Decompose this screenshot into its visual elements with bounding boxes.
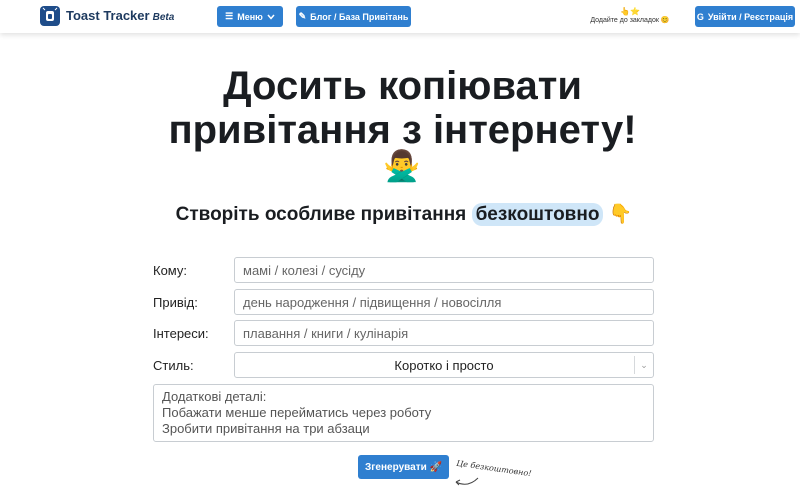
to-input[interactable]: мамі / колезі / сусіду	[234, 257, 654, 283]
page-subtitle: Створіть особливе привітання безкоштовно…	[0, 202, 800, 226]
google-icon: G	[696, 11, 704, 22]
details-textarea[interactable]: Додаткові деталі: Побажати менше перейма…	[153, 384, 654, 442]
chevron-down-icon[interactable]: ⌄	[634, 356, 653, 374]
blog-button[interactable]: ✎ Блог / База Привітань	[296, 6, 411, 27]
style-selected-value: Коротко і просто	[394, 358, 494, 373]
brand-name[interactable]: Toast Tracker Beta	[66, 8, 174, 23]
pointing-down-emoji: 👇	[608, 204, 633, 225]
bookmark-stars: 👆⭐	[620, 7, 640, 16]
edit-icon: ✎	[298, 11, 307, 21]
blog-label: Блог / База Привітань	[310, 11, 409, 22]
gesture-emoji: 🙅‍♂️	[383, 150, 421, 183]
page-title: Досить копіювати привітання з інтернету!	[0, 64, 800, 152]
generate-button[interactable]: Згенерувати 🚀	[358, 455, 449, 479]
menu-button[interactable]: ☰ Меню	[217, 6, 283, 27]
login-label: Увійти / Реєстрація	[707, 11, 794, 22]
style-select[interactable]: Коротко і просто ⌄	[234, 352, 654, 378]
style-label: Стиль:	[153, 358, 194, 373]
chevron-down-icon	[267, 12, 275, 22]
brand-title: Toast Tracker	[66, 8, 150, 23]
occasion-input[interactable]: день народження / підвищення / новосілля	[234, 289, 654, 315]
login-button[interactable]: G Увійти / Реєстрація	[695, 6, 795, 27]
details-line-2: Побажати менше перейматись через роботу	[162, 405, 432, 420]
subtitle-prefix: Створіть особливе привітання	[175, 204, 472, 225]
bookmark-hint: 👆⭐ Додайте до закладок 😊	[580, 7, 680, 24]
interests-label: Інтереси:	[153, 326, 209, 341]
details-line-1: Додаткові деталі:	[162, 389, 267, 404]
details-line-3: Зробити привітання на три абзаци	[162, 421, 370, 436]
title-line-2: привітання з інтернету!	[168, 108, 637, 152]
bookmark-text: Додайте до закладок 😊	[590, 17, 670, 24]
menu-label: Меню	[237, 11, 263, 22]
hamburger-icon: ☰	[225, 11, 234, 21]
title-line-1: Досить копіювати	[223, 64, 582, 108]
subtitle-highlight: безкоштовно	[471, 203, 604, 226]
to-label: Кому:	[153, 263, 187, 278]
beta-badge: Beta	[152, 12, 175, 23]
occasion-label: Привід:	[153, 295, 198, 310]
toast-logo-icon[interactable]	[40, 6, 60, 26]
curved-arrow-icon	[455, 477, 479, 486]
top-header: Toast Tracker Beta ☰ Меню ✎ Блог / База П…	[0, 0, 800, 33]
interests-input[interactable]: плавання / книги / кулінарія	[234, 320, 654, 346]
